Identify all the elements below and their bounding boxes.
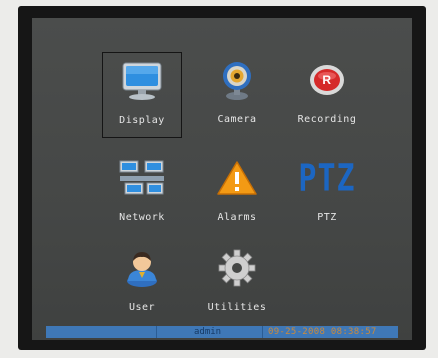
menu-item-display[interactable]: Display bbox=[102, 52, 182, 138]
menu-item-label: Alarms bbox=[217, 212, 257, 223]
display-monitor-icon bbox=[117, 59, 167, 103]
menu-item-label: Utilities bbox=[207, 302, 267, 313]
status-divider bbox=[156, 326, 157, 338]
main-menu-screen: Display Camera R Recording Network Alarm… bbox=[32, 18, 412, 340]
menu-item-label: Recording bbox=[297, 114, 357, 125]
current-user: admin bbox=[194, 327, 222, 337]
menu-item-alarms[interactable]: Alarms bbox=[197, 150, 277, 236]
menu-item-recording[interactable]: R Recording bbox=[287, 52, 367, 138]
user-avatar-icon bbox=[117, 246, 167, 290]
warning-triangle-icon bbox=[212, 156, 262, 200]
webcam-icon bbox=[212, 58, 262, 102]
status-divider bbox=[262, 326, 263, 338]
menu-item-label: Display bbox=[119, 115, 165, 126]
menu-item-ptz[interactable]: PTZ PTZ bbox=[287, 150, 367, 236]
menu-item-utilities[interactable]: Utilities bbox=[197, 240, 277, 326]
network-computers-icon bbox=[117, 156, 167, 200]
datetime-display: 09-25-2008 08:38:57 bbox=[268, 327, 377, 337]
status-bar: admin 09-25-2008 08:38:57 bbox=[46, 326, 398, 338]
menu-item-label: User bbox=[128, 302, 156, 313]
menu-item-label: PTZ bbox=[317, 212, 337, 223]
record-button-icon: R bbox=[302, 58, 352, 102]
ptz-text-icon: PTZ bbox=[298, 156, 354, 200]
ptz-glyph: PTZ bbox=[298, 156, 356, 200]
svg-text:R: R bbox=[322, 73, 331, 87]
menu-item-camera[interactable]: Camera bbox=[197, 52, 277, 138]
menu-item-label: Network bbox=[119, 212, 165, 223]
dvr-monitor-frame: Display Camera R Recording Network Alarm… bbox=[18, 6, 426, 350]
menu-item-label: Camera bbox=[217, 114, 257, 125]
menu-item-user[interactable]: User bbox=[102, 240, 182, 326]
menu-item-network[interactable]: Network bbox=[102, 150, 182, 236]
gear-icon bbox=[212, 246, 262, 290]
